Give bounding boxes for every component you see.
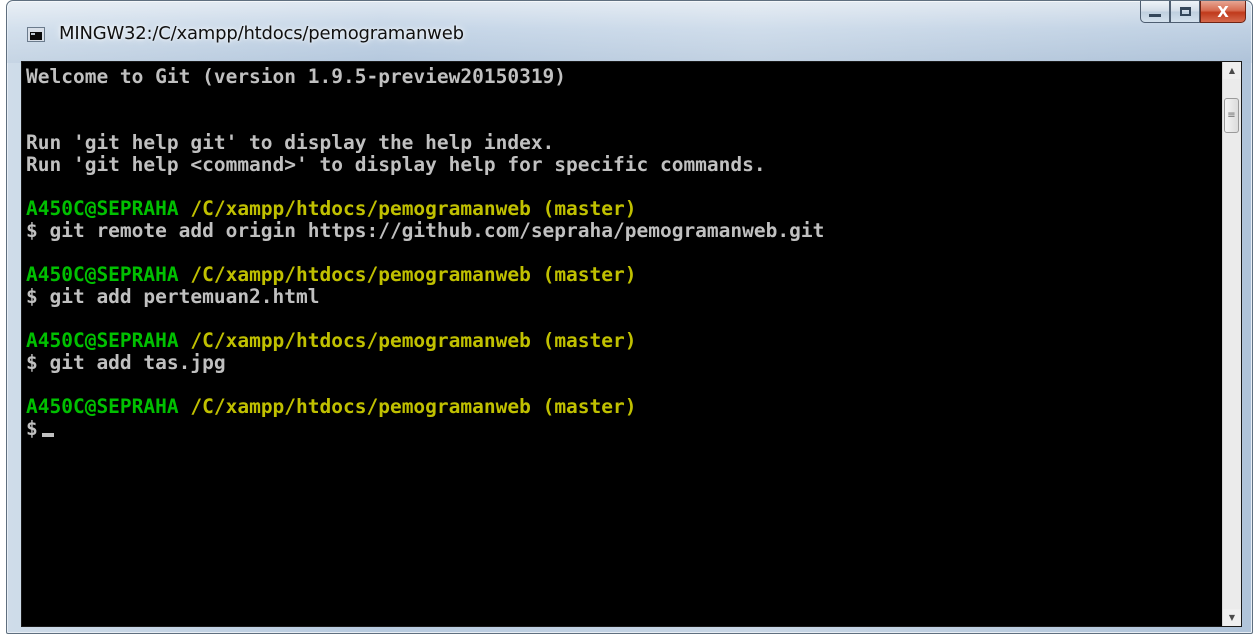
close-button[interactable]: X — [1200, 1, 1246, 23]
prompt-line: A450C@SEPRAHA /C/xampp/htdocs/pemograman… — [26, 198, 1223, 220]
prompt-path: /C/xampp/htdocs/pemogramanweb (master) — [190, 395, 637, 418]
window-title: MINGW32:/C/xampp/htdocs/pemogramanweb — [59, 23, 464, 44]
terminal-window: MINGW32:/C/xampp/htdocs/pemogramanweb X … — [6, 0, 1253, 634]
scroll-up-button[interactable]: ▲ — [1223, 62, 1241, 79]
minimize-icon — [1149, 13, 1161, 17]
terminal-output[interactable]: Welcome to Git (version 1.9.5-preview201… — [22, 62, 1223, 626]
caption-buttons: X — [1140, 1, 1246, 23]
vertical-scrollbar[interactable]: ▲ ≡ ▼ — [1222, 62, 1241, 626]
command-line: $ git add tas.jpg — [26, 351, 226, 374]
prompt-line: A450C@SEPRAHA /C/xampp/htdocs/pemograman… — [26, 264, 1223, 286]
arrow-down-icon: ▼ — [1228, 613, 1236, 622]
maximize-icon — [1179, 7, 1191, 16]
prompt-host: A450C@SEPRAHA — [26, 329, 179, 352]
current-command-line[interactable]: $ — [26, 418, 1223, 440]
terminal-icon[interactable] — [27, 27, 45, 42]
text-cursor — [41, 433, 54, 437]
command-line: $ git add pertemuan2.html — [26, 285, 320, 308]
prompt-host: A450C@SEPRAHA — [26, 197, 179, 220]
close-icon: X — [1217, 2, 1229, 21]
command-line: $ git remote add origin https://github.c… — [26, 219, 825, 242]
scroll-down-button[interactable]: ▼ — [1223, 609, 1241, 626]
minimize-button[interactable] — [1140, 1, 1170, 23]
maximize-button[interactable] — [1170, 1, 1200, 23]
scrollbar-thumb[interactable]: ≡ — [1224, 98, 1239, 133]
arrow-up-icon: ▲ — [1228, 66, 1236, 75]
prompt-path: /C/xampp/htdocs/pemogramanweb (master) — [190, 329, 637, 352]
title-bar[interactable]: MINGW32:/C/xampp/htdocs/pemogramanweb X — [7, 1, 1252, 63]
help-line: Run 'git help <command>' to display help… — [26, 153, 766, 176]
prompt-line: A450C@SEPRAHA /C/xampp/htdocs/pemograman… — [26, 330, 1223, 352]
prompt-host: A450C@SEPRAHA — [26, 263, 179, 286]
prompt-symbol: $ — [26, 417, 38, 440]
prompt-path: /C/xampp/htdocs/pemogramanweb (master) — [190, 197, 637, 220]
help-line: Run 'git help git' to display the help i… — [26, 131, 555, 154]
prompt-path: /C/xampp/htdocs/pemogramanweb (master) — [190, 263, 637, 286]
console-area[interactable]: Welcome to Git (version 1.9.5-preview201… — [21, 61, 1242, 627]
prompt-line: A450C@SEPRAHA /C/xampp/htdocs/pemograman… — [26, 396, 1223, 418]
grip-icon: ≡ — [1227, 110, 1236, 121]
prompt-host: A450C@SEPRAHA — [26, 395, 179, 418]
welcome-line: Welcome to Git (version 1.9.5-preview201… — [26, 65, 567, 88]
